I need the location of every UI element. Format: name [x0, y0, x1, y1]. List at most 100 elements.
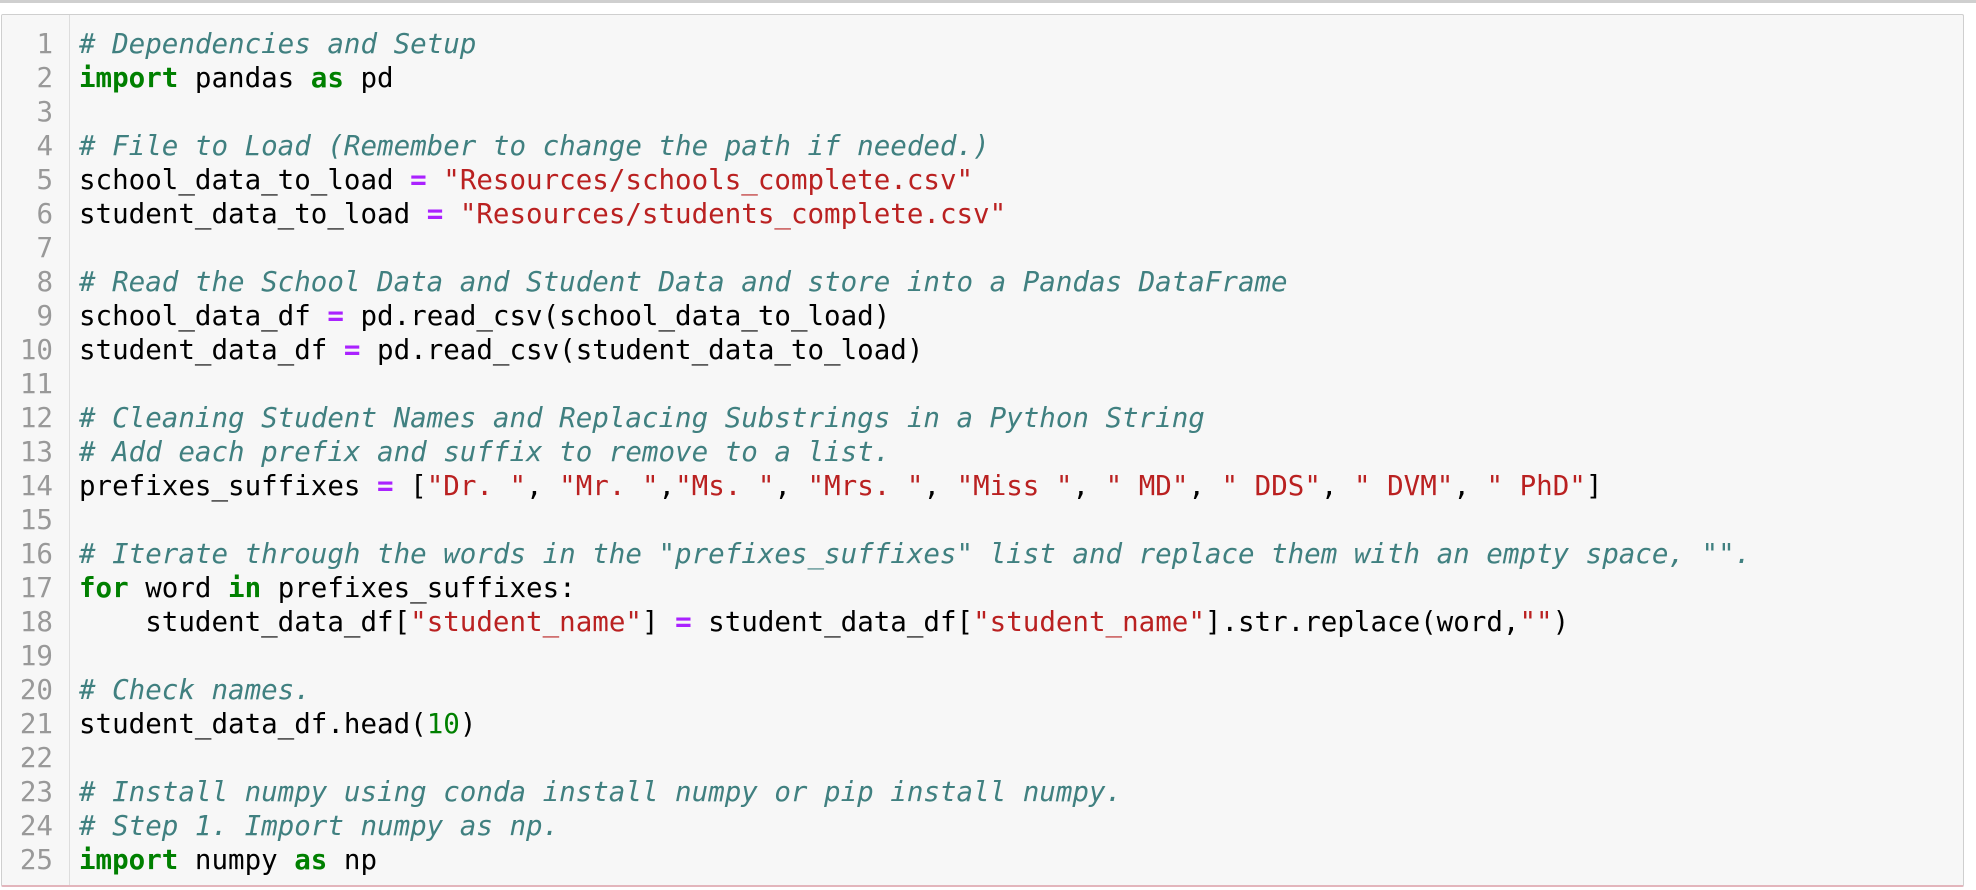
code-string: "student_name"	[973, 606, 1205, 638]
code-operator: =	[327, 300, 344, 332]
line-code: student_data_to_load = "Resources/studen…	[79, 197, 1006, 231]
code-line[interactable]: 16 # Iterate through the words in the "pr…	[2, 537, 1963, 571]
line-number: 8	[36, 266, 53, 298]
code-text: ]	[1585, 470, 1603, 502]
code-editor[interactable]: 1 # Dependencies and Setup 2 import pandas …	[1, 14, 1964, 887]
line-number: 6	[36, 198, 53, 230]
code-comment: # Install numpy using conda install nump…	[79, 776, 1123, 808]
line-code: school_data_to_load = "Resources/schools…	[79, 163, 973, 197]
line-number: 19	[19, 640, 53, 672]
code-string: "Miss "	[956, 470, 1073, 502]
code-line[interactable]: 12 # Cleaning Student Names and Replacing…	[2, 401, 1963, 435]
code-line[interactable]: 13 # Add each prefix and suffix to remove…	[2, 435, 1963, 469]
line-number: 15	[19, 504, 53, 536]
code-text: )	[459, 708, 477, 740]
code-text: np	[327, 844, 378, 876]
code-text: [	[393, 470, 427, 502]
line-code: # Add each prefix and suffix to remove t…	[79, 435, 890, 469]
code-keyword: for	[79, 572, 129, 604]
code-line[interactable]: 14 prefixes_suffixes = ["Dr. ", "Mr. ","M…	[2, 469, 1963, 503]
code-line[interactable]: 23 # Install numpy using conda install nu…	[2, 775, 1963, 809]
code-comment: # Dependencies and Setup	[79, 28, 477, 60]
code-text: ,	[1320, 470, 1354, 502]
line-number: 23	[19, 776, 53, 808]
code-text: ,	[526, 470, 560, 502]
code-string: "Mr. "	[559, 470, 659, 502]
line-number: 17	[19, 572, 53, 604]
code-text: ,	[923, 470, 957, 502]
code-line[interactable]: 15	[2, 503, 1963, 537]
code-text: school_data_to_load	[79, 164, 411, 196]
code-keyword: import	[79, 844, 179, 876]
code-line[interactable]: 3	[2, 95, 1963, 129]
code-string: "student_name"	[410, 606, 642, 638]
code-text: ]	[641, 606, 676, 638]
line-number: 24	[19, 810, 53, 842]
line-number: 12	[19, 402, 53, 434]
line-code: for word in prefixes_suffixes:	[79, 571, 576, 605]
line-code: school_data_df = pd.read_csv(school_data…	[79, 299, 890, 333]
code-line[interactable]: 1 # Dependencies and Setup	[2, 27, 1963, 61]
code-keyword: as	[294, 844, 328, 876]
code-string: "Resources/schools_complete.csv"	[443, 164, 974, 196]
code-comment: # Check names.	[79, 674, 311, 706]
code-string: "Resources/students_complete.csv"	[459, 198, 1007, 230]
code-text: ,	[1188, 470, 1222, 502]
code-text: pd.read_csv(school_data_to_load)	[343, 300, 891, 332]
line-code: import numpy as np	[79, 843, 377, 877]
line-code: # Iterate through the words in the "pref…	[79, 537, 1751, 571]
code-string: " DDS"	[1221, 470, 1321, 502]
code-text: ,	[774, 470, 808, 502]
line-code: prefixes_suffixes = ["Dr. ", "Mr. ","Ms.…	[79, 469, 1602, 503]
code-lines: 1 # Dependencies and Setup 2 import pandas …	[2, 27, 1963, 877]
code-text: student_data_df[	[79, 606, 411, 638]
line-number: 13	[19, 436, 53, 468]
code-operator: =	[426, 198, 444, 230]
code-line[interactable]: 22	[2, 741, 1963, 775]
code-text: student_data_df[	[691, 606, 974, 638]
code-line[interactable]: 8 # Read the School Data and Student Data…	[2, 265, 1963, 299]
code-text: ,	[658, 470, 676, 502]
code-line[interactable]: 5 school_data_to_load = "Resources/school…	[2, 163, 1963, 197]
line-code: # Read the School Data and Student Data …	[79, 265, 1288, 299]
code-text: word	[128, 572, 229, 604]
code-operator: =	[675, 606, 692, 638]
code-line[interactable]: 20 # Check names.	[2, 673, 1963, 707]
code-line[interactable]: 11	[2, 367, 1963, 401]
line-number: 16	[19, 538, 53, 570]
code-operator: =	[343, 334, 361, 366]
code-line[interactable]: 18 student_data_df["student_name"] = stu…	[2, 605, 1963, 639]
line-code: # Step 1. Import numpy as np.	[79, 809, 559, 843]
code-operator: =	[410, 164, 427, 196]
line-code: student_data_df.head(10)	[79, 707, 476, 741]
line-number: 11	[19, 368, 53, 400]
code-line[interactable]: 4 # File to Load (Remember to change the …	[2, 129, 1963, 163]
code-string: "Mrs. "	[807, 470, 924, 502]
code-comment: # Add each prefix and suffix to remove t…	[79, 436, 891, 468]
code-line[interactable]: 2 import pandas as pd	[2, 61, 1963, 95]
line-number: 7	[36, 232, 53, 264]
code-line[interactable]: 25 import numpy as np	[2, 843, 1963, 877]
code-line[interactable]: 7	[2, 231, 1963, 265]
line-number: 3	[36, 96, 53, 128]
code-line[interactable]: 10 student_data_df = pd.read_csv(student_…	[2, 333, 1963, 367]
cell-top-divider	[0, 0, 1976, 3]
code-line[interactable]: 9 school_data_df = pd.read_csv(school_dat…	[2, 299, 1963, 333]
code-keyword: as	[310, 62, 344, 94]
code-string: " PhD"	[1486, 470, 1586, 502]
line-number: 10	[19, 334, 53, 366]
code-line[interactable]: 24 # Step 1. Import numpy as np.	[2, 809, 1963, 843]
code-line[interactable]: 21 student_data_df.head(10)	[2, 707, 1963, 741]
code-line[interactable]: 19	[2, 639, 1963, 673]
line-code: # Cleaning Student Names and Replacing S…	[79, 401, 1205, 435]
code-comment: # Cleaning Student Names and Replacing S…	[79, 402, 1205, 434]
code-line[interactable]: 17 for word in prefixes_suffixes:	[2, 571, 1963, 605]
code-keyword: import	[79, 62, 179, 94]
line-number: 18	[19, 606, 53, 638]
code-comment: # Iterate through the words in the "pref…	[79, 538, 1752, 570]
code-string: "Ms. "	[675, 470, 775, 502]
line-code: student_data_df["student_name"] = studen…	[79, 605, 1569, 639]
code-line[interactable]: 6 student_data_to_load = "Resources/stude…	[2, 197, 1963, 231]
